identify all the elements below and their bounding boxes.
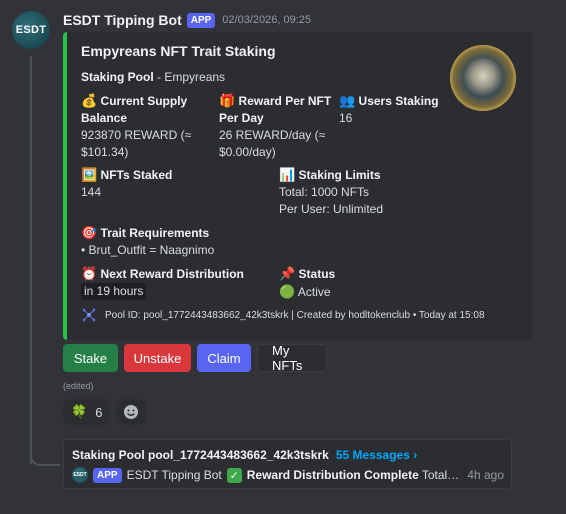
- pool-label: Staking Pool: [81, 70, 154, 84]
- green-circle-icon: 🟢: [279, 284, 296, 299]
- field-trait-requirements: 🎯 Trait Requirements • Brut_Outfit = Naa…: [81, 224, 381, 259]
- thread-last-text: Reward Distribution Complete Total r...: [247, 468, 463, 482]
- message-header: ESDT Tipping Bot APP 02/03/2026, 09:25: [63, 11, 311, 29]
- reaction-clover[interactable]: 🍀 6: [63, 399, 111, 425]
- embed-card: Empyreans NFT Trait Staking Staking Pool…: [63, 32, 532, 340]
- network-icon: [82, 308, 96, 322]
- field-current-supply: 💰 Current Supply Balance 923870 REWARD (…: [81, 92, 216, 161]
- field-status: 📌 Status 🟢 Active: [279, 265, 429, 301]
- field-users-staking: 👥 Users Staking 16: [339, 92, 449, 127]
- nft-thumbnail[interactable]: [450, 45, 516, 111]
- thread-last-bold: Reward Distribution Complete: [246, 468, 419, 482]
- thread-avatar: ESDT: [72, 467, 88, 483]
- pushpin-icon: 📌: [279, 266, 296, 281]
- field-staking-limits: 📊 Staking Limits Total: 1000 NFTs Per Us…: [279, 166, 479, 218]
- thread-connector-curve: [30, 440, 60, 466]
- field-nfts-staked: 🖼️ NFTs Staked 144: [81, 166, 261, 201]
- field-next-distribution: ⏰ Next Reward Distribution in 19 hours: [81, 265, 271, 300]
- check-icon: ✓: [226, 467, 242, 483]
- app-badge: APP: [186, 12, 216, 28]
- avatar-text: ESDT: [15, 24, 47, 36]
- alarm-clock-icon: ⏰: [81, 266, 98, 281]
- field-value: 26 REWARD/day (≈ $0.00/day): [219, 128, 326, 159]
- thread-time: 4h ago: [467, 468, 504, 482]
- embed-title: Empyreans NFT Trait Staking: [81, 43, 276, 59]
- footer-text: Pool ID: pool_1772443483662_42k3tskrk | …: [105, 309, 485, 321]
- smiley-icon: [124, 405, 139, 419]
- field-name: Reward Per NFT Per Day: [219, 94, 332, 125]
- thread-messages-link[interactable]: 55 Messages ›: [336, 448, 417, 462]
- edited-label: (edited): [63, 381, 94, 391]
- avatar[interactable]: ESDT: [12, 11, 50, 49]
- thread-app-badge: APP: [93, 467, 122, 483]
- timestamp: 02/03/2026, 09:25: [222, 14, 311, 26]
- field-value: • Brut_Outfit = Naagnimo: [81, 243, 215, 257]
- action-buttons: Stake Unstake Claim My NFTs: [63, 343, 327, 373]
- thread-author: ESDT Tipping Bot: [126, 468, 222, 482]
- field-value: 923870 REWARD (≈ $101.34): [81, 128, 192, 159]
- field-value: Active: [297, 285, 331, 299]
- field-name: Status: [298, 267, 336, 281]
- users-icon: 👥: [339, 93, 356, 108]
- thread-preview[interactable]: Staking Pool pool_1772443483662_42k3tskr…: [63, 439, 512, 489]
- moneybag-icon: 💰: [81, 93, 98, 108]
- thread-last-message: ESDT APP ESDT Tipping Bot ✓ Reward Distr…: [72, 467, 504, 483]
- clover-icon: 🍀: [71, 404, 88, 419]
- field-value: 16: [339, 111, 353, 125]
- reactions-bar: 🍀 6: [63, 399, 147, 425]
- field-name: Trait Requirements: [100, 226, 210, 240]
- thread-last-snippet: Total r...: [421, 468, 463, 482]
- picture-icon: 🖼️: [81, 167, 98, 182]
- field-value: in 19 hours: [81, 283, 147, 300]
- bar-chart-icon: 📊: [279, 167, 296, 182]
- claim-button[interactable]: Claim: [197, 344, 251, 372]
- target-icon: 🎯: [81, 225, 98, 240]
- field-name: Users Staking: [358, 94, 439, 108]
- field-value: 144: [81, 185, 102, 199]
- thread-connector-line: [30, 56, 32, 464]
- add-reaction-button[interactable]: [116, 399, 147, 425]
- gift-icon: 🎁: [219, 93, 236, 108]
- my-nfts-button[interactable]: My NFTs: [257, 343, 327, 373]
- thread-title-row: Staking Pool pool_1772443483662_42k3tskr…: [72, 448, 417, 462]
- pool-value: - Empyreans: [153, 70, 226, 84]
- field-name: Current Supply Balance: [81, 94, 188, 125]
- field-reward-per-nft: 🎁 Reward Per NFT Per Day 26 REWARD/day (…: [219, 92, 334, 161]
- field-name: Staking Limits: [298, 168, 381, 182]
- field-value-per-user: Per User: Unlimited: [279, 202, 384, 216]
- field-name: Next Reward Distribution: [100, 267, 244, 281]
- stake-button[interactable]: Stake: [63, 344, 118, 372]
- field-name: NFTs Staked: [100, 168, 173, 182]
- field-value-total: Total: 1000 NFTs: [279, 185, 370, 199]
- embed-footer: Pool ID: pool_1772443483662_42k3tskrk | …: [81, 307, 485, 323]
- thread-title[interactable]: Staking Pool pool_1772443483662_42k3tskr…: [72, 448, 329, 462]
- reaction-count: 6: [95, 404, 103, 420]
- author-name[interactable]: ESDT Tipping Bot: [63, 12, 182, 28]
- pool-line: Staking Pool - Empyreans: [81, 70, 225, 84]
- unstake-button[interactable]: Unstake: [124, 344, 191, 372]
